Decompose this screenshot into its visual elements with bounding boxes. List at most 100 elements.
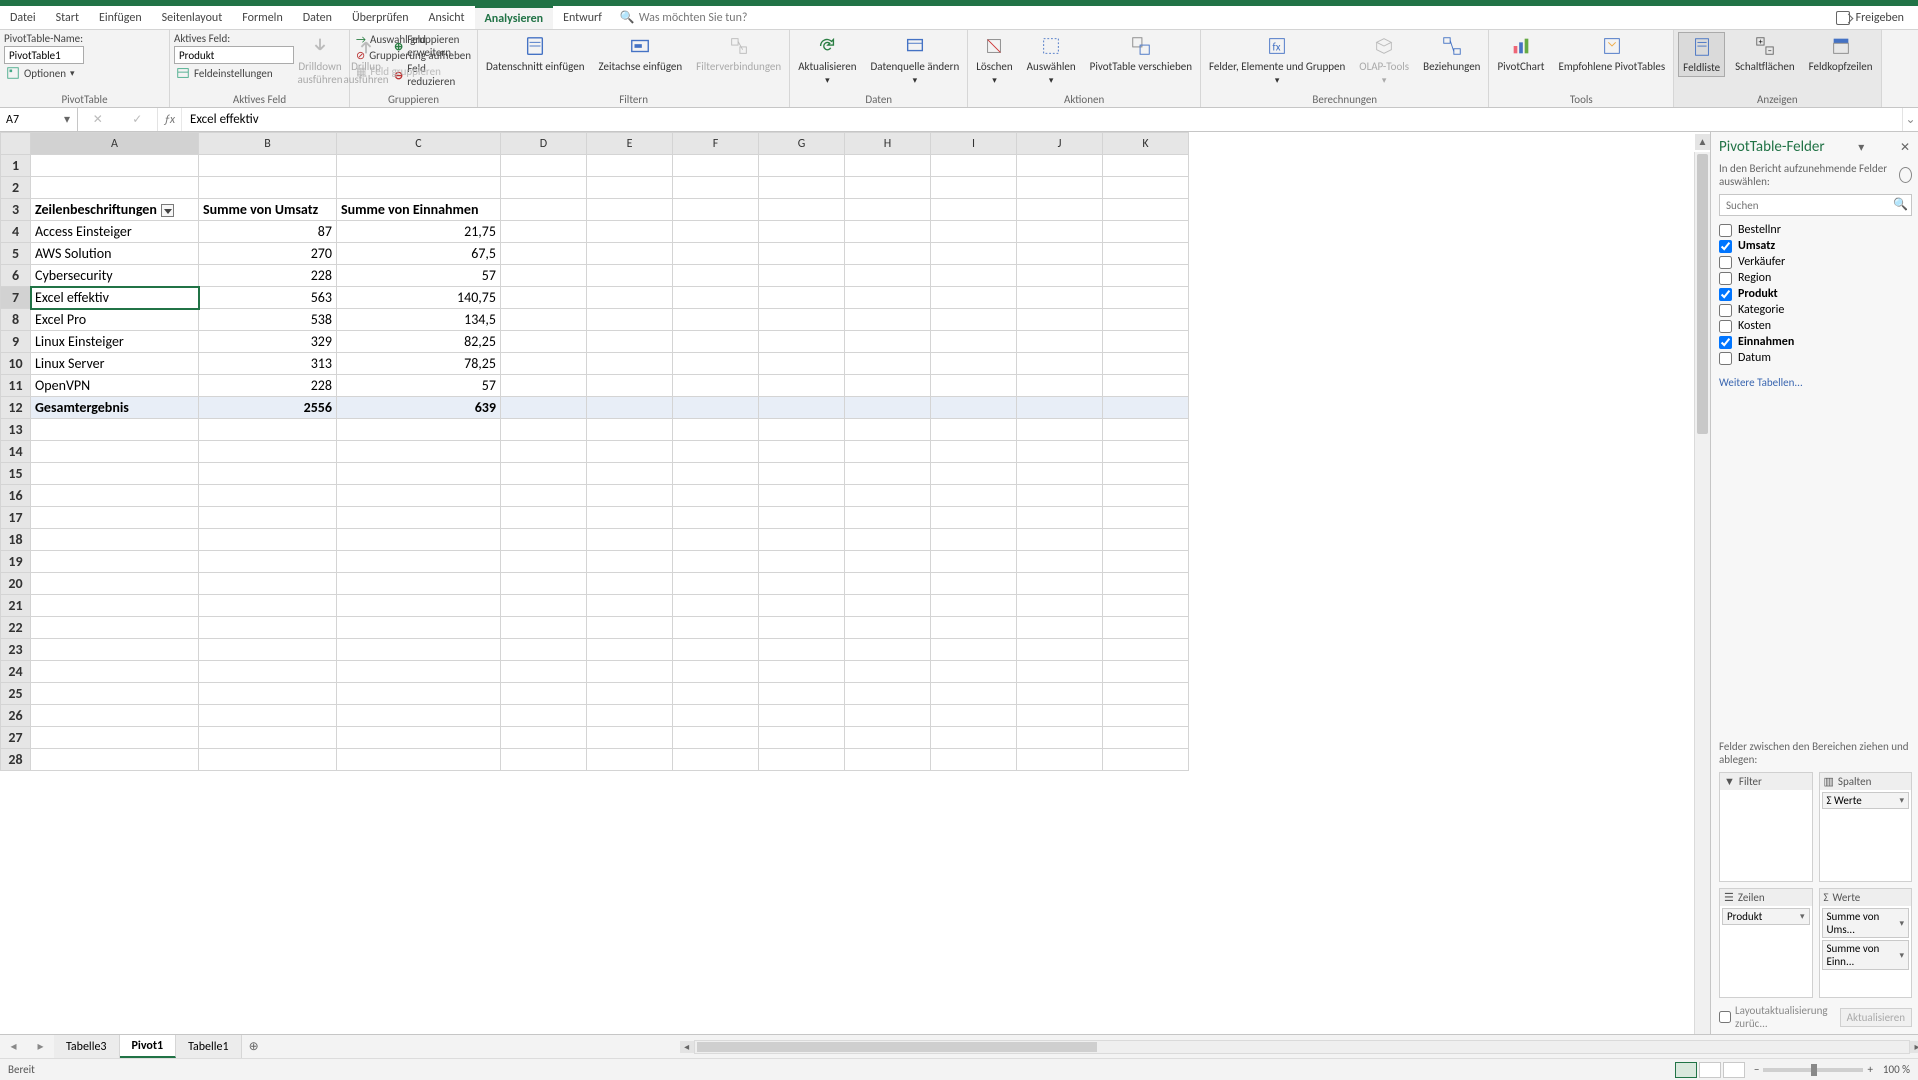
- menu-tab-überprüfen[interactable]: Überprüfen: [342, 6, 419, 29]
- cell-E26[interactable]: [587, 705, 673, 727]
- share-button[interactable]: Freigeben: [1822, 6, 1918, 29]
- field-checkbox-einnahmen[interactable]: [1719, 336, 1732, 349]
- cell-G23[interactable]: [759, 639, 845, 661]
- more-tables-link[interactable]: Weitere Tabellen...: [1719, 372, 1912, 389]
- hscroll-thumb[interactable]: [697, 1042, 1097, 1052]
- row-header-27[interactable]: 27: [1, 727, 31, 749]
- menu-tab-analysieren[interactable]: Analysieren: [475, 6, 554, 29]
- cell-D6[interactable]: [501, 265, 587, 287]
- cell-K11[interactable]: [1103, 375, 1189, 397]
- recommended-pivottables-button[interactable]: Empfohlene PivotTables: [1554, 32, 1669, 75]
- select-all-cell[interactable]: [1, 133, 31, 155]
- cell-A22[interactable]: [31, 617, 199, 639]
- cell-F16[interactable]: [673, 485, 759, 507]
- cell-C27[interactable]: [337, 727, 501, 749]
- cell-K12[interactable]: [1103, 397, 1189, 419]
- formula-input[interactable]: Excel effektiv: [182, 108, 1902, 131]
- cell-J16[interactable]: [1017, 485, 1103, 507]
- cell-F1[interactable]: [673, 155, 759, 177]
- cell-K26[interactable]: [1103, 705, 1189, 727]
- cell-A6[interactable]: Cybersecurity: [31, 265, 199, 287]
- rows-pill-produkt[interactable]: Produkt▾: [1722, 908, 1810, 925]
- cell-G19[interactable]: [759, 551, 845, 573]
- cell-G26[interactable]: [759, 705, 845, 727]
- refresh-button[interactable]: Aktualisieren▾: [794, 32, 860, 88]
- cell-K8[interactable]: [1103, 309, 1189, 331]
- row-header-24[interactable]: 24: [1, 661, 31, 683]
- cell-G17[interactable]: [759, 507, 845, 529]
- cell-F13[interactable]: [673, 419, 759, 441]
- cell-B23[interactable]: [199, 639, 337, 661]
- cell-B3[interactable]: Summe von Umsatz: [199, 199, 337, 221]
- area-values[interactable]: ΣWerte Summe von Ums...▾Summe von Einn..…: [1819, 888, 1913, 998]
- row-header-6[interactable]: 6: [1, 265, 31, 287]
- cell-I27[interactable]: [931, 727, 1017, 749]
- cell-H18[interactable]: [845, 529, 931, 551]
- cell-K28[interactable]: [1103, 749, 1189, 771]
- cell-A28[interactable]: [31, 749, 199, 771]
- menu-tab-einfügen[interactable]: Einfügen: [89, 6, 152, 29]
- cell-E18[interactable]: [587, 529, 673, 551]
- cell-E8[interactable]: [587, 309, 673, 331]
- cell-E10[interactable]: [587, 353, 673, 375]
- cell-D8[interactable]: [501, 309, 587, 331]
- row-header-22[interactable]: 22: [1, 617, 31, 639]
- cell-K16[interactable]: [1103, 485, 1189, 507]
- cell-B27[interactable]: [199, 727, 337, 749]
- cell-F19[interactable]: [673, 551, 759, 573]
- cell-G20[interactable]: [759, 573, 845, 595]
- field-bestellnr[interactable]: Bestellnr: [1719, 222, 1912, 238]
- area-columns[interactable]: ▥Spalten Σ Werte▾: [1819, 772, 1913, 882]
- formula-bar-expand-icon[interactable]: ⌄: [1902, 108, 1918, 131]
- col-header-B[interactable]: B: [199, 133, 337, 155]
- insert-timeline-button[interactable]: Zeitachse einfügen: [594, 32, 686, 75]
- field-checkbox-umsatz[interactable]: [1719, 240, 1732, 253]
- cell-F12[interactable]: [673, 397, 759, 419]
- field-checkbox-produkt[interactable]: [1719, 288, 1732, 301]
- cell-I25[interactable]: [931, 683, 1017, 705]
- cell-D2[interactable]: [501, 177, 587, 199]
- cell-A5[interactable]: AWS Solution: [31, 243, 199, 265]
- cell-D24[interactable]: [501, 661, 587, 683]
- cell-A16[interactable]: [31, 485, 199, 507]
- pane-close-icon[interactable]: ✕: [1898, 140, 1912, 154]
- row-header-20[interactable]: 20: [1, 573, 31, 595]
- ungroup-button[interactable]: ⊘Gruppierung aufheben: [354, 48, 473, 63]
- cell-K7[interactable]: [1103, 287, 1189, 309]
- cell-B5[interactable]: 270: [199, 243, 337, 265]
- cell-I4[interactable]: [931, 221, 1017, 243]
- cell-D12[interactable]: [501, 397, 587, 419]
- cell-B16[interactable]: [199, 485, 337, 507]
- cell-A13[interactable]: [31, 419, 199, 441]
- field-headers-button[interactable]: Feldkopfzeilen: [1805, 32, 1877, 75]
- cell-F2[interactable]: [673, 177, 759, 199]
- change-datasource-button[interactable]: Datenquelle ändern▾: [867, 32, 964, 88]
- cell-D28[interactable]: [501, 749, 587, 771]
- cell-B9[interactable]: 329: [199, 331, 337, 353]
- row-header-23[interactable]: 23: [1, 639, 31, 661]
- cell-J1[interactable]: [1017, 155, 1103, 177]
- cell-E17[interactable]: [587, 507, 673, 529]
- cell-J14[interactable]: [1017, 441, 1103, 463]
- filter-dropdown-icon[interactable]: [161, 204, 174, 217]
- cell-F10[interactable]: [673, 353, 759, 375]
- cell-J11[interactable]: [1017, 375, 1103, 397]
- cell-J23[interactable]: [1017, 639, 1103, 661]
- cell-E1[interactable]: [587, 155, 673, 177]
- fields-items-button[interactable]: fx Felder, Elemente und Gruppen▾: [1205, 32, 1349, 88]
- cell-E15[interactable]: [587, 463, 673, 485]
- field-umsatz[interactable]: Umsatz: [1719, 238, 1912, 254]
- cell-F17[interactable]: [673, 507, 759, 529]
- field-produkt[interactable]: Produkt: [1719, 286, 1912, 302]
- cell-D22[interactable]: [501, 617, 587, 639]
- cell-H22[interactable]: [845, 617, 931, 639]
- cell-G27[interactable]: [759, 727, 845, 749]
- col-header-H[interactable]: H: [845, 133, 931, 155]
- cell-E14[interactable]: [587, 441, 673, 463]
- cell-J26[interactable]: [1017, 705, 1103, 727]
- cell-F4[interactable]: [673, 221, 759, 243]
- cell-H4[interactable]: [845, 221, 931, 243]
- row-header-11[interactable]: 11: [1, 375, 31, 397]
- cell-B26[interactable]: [199, 705, 337, 727]
- cell-F24[interactable]: [673, 661, 759, 683]
